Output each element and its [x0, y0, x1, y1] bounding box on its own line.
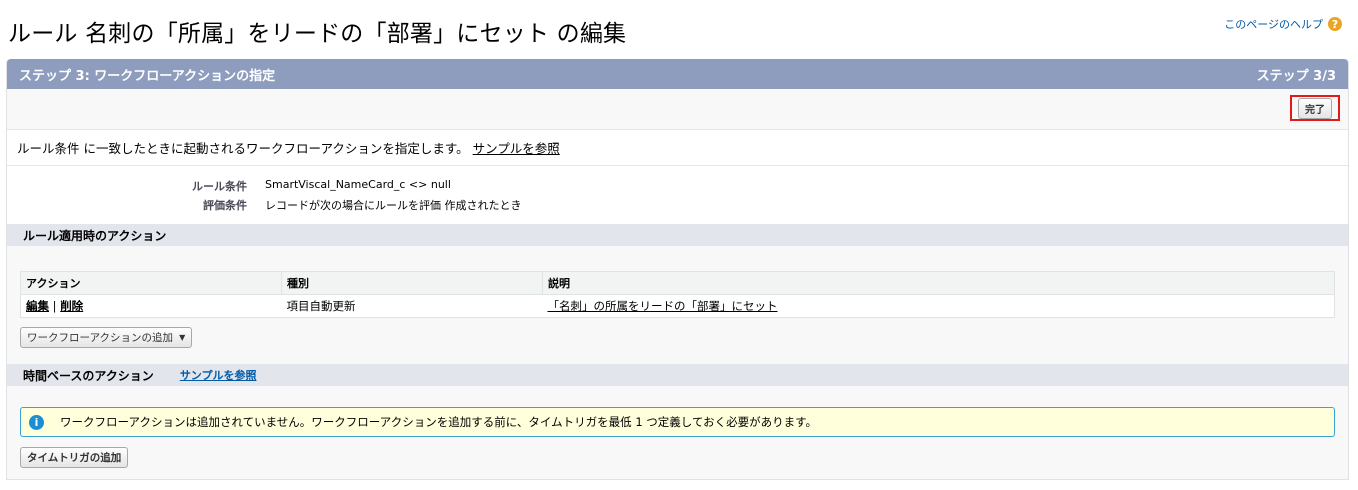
rule-criteria-value: SmartViscal_NameCard_c <> null — [265, 178, 451, 191]
actions-table: アクション 種別 説明 編集 | 削除 項目自動更新 「名刺」の所属をリードの「… — [20, 271, 1335, 318]
question-circle-icon: ? — [1328, 17, 1342, 31]
edit-link[interactable]: 編集 — [26, 299, 49, 313]
column-header-description: 説明 — [542, 271, 1335, 295]
evaluation-criteria-row: 評価条件 レコードが次の場合にルールを評価 作成されたとき — [7, 197, 522, 213]
rule-criteria-label: ルール条件 — [192, 180, 247, 193]
help-link-label: このページのヘルプ — [1224, 18, 1323, 31]
step-title: ステップ 3: ワークフローアクションの指定 — [19, 68, 276, 84]
delete-link[interactable]: 削除 — [60, 299, 83, 313]
time-based-sample-link[interactable]: サンプルを参照 — [180, 367, 257, 383]
column-header-action: アクション — [20, 271, 282, 295]
step-header: ステップ 3: ワークフローアクションの指定 ステップ 3/3 — [7, 59, 1348, 89]
done-button-highlight: 完了 — [1290, 95, 1340, 121]
row-type: 項目自動更新 — [281, 294, 543, 318]
step-description: ルール条件 に一致したときに起動されるワークフローアクションを指定します。 サン… — [7, 130, 1348, 166]
add-workflow-action-button[interactable]: ワークフローアクションの追加 ▼ — [20, 327, 193, 348]
info-message: i ワークフローアクションは追加されていません。ワークフローアクションを追加する… — [20, 407, 1335, 437]
step-description-text: ルール条件 に一致したときに起動されるワークフローアクションを指定します。 — [17, 141, 469, 156]
add-workflow-action-label: ワークフローアクションの追加 — [27, 332, 174, 344]
info-icon: i — [29, 414, 44, 430]
column-header-type: 種別 — [281, 271, 543, 295]
evaluation-criteria-label: 評価条件 — [203, 199, 247, 212]
page-title: ルール 名刺の「所属」をリードの「部署」にセット の編集 — [8, 21, 627, 47]
table-row: 編集 | 削除 項目自動更新 「名刺」の所属をリードの「部署」にセット — [20, 294, 1335, 318]
rule-criteria-row: ルール条件 SmartViscal_NameCard_c <> null — [7, 178, 451, 194]
rule-info: ルール条件 SmartViscal_NameCard_c <> null 評価条… — [7, 166, 1348, 224]
chevron-down-icon: ▼ — [179, 333, 186, 342]
row-actions: 編集 | 削除 — [20, 294, 282, 318]
time-based-actions-section: 時間ベースのアクション サンプルを参照 — [7, 364, 1348, 386]
time-based-actions-title: 時間ベースのアクション — [23, 368, 154, 383]
workflow-panel: ステップ 3: ワークフローアクションの指定 ステップ 3/3 完了 ルール条件… — [6, 59, 1349, 480]
info-message-text: ワークフローアクションは追加されていません。ワークフローアクションを追加する前に… — [60, 415, 817, 429]
step-counter: ステップ 3/3 — [1256, 68, 1336, 84]
immediate-actions-title: ルール適用時のアクション — [23, 228, 167, 243]
add-time-trigger-button[interactable]: タイムトリガの追加 — [20, 447, 129, 468]
top-button-bar: 完了 — [7, 89, 1348, 130]
row-description-link[interactable]: 「名刺」の所属をリードの「部署」にセット — [548, 299, 778, 313]
add-trigger-wrap: タイムトリガの追加 — [20, 447, 129, 468]
evaluation-criteria-value: レコードが次の場合にルールを評価 作成されたとき — [265, 199, 522, 212]
add-action-wrap: ワークフローアクションの追加 ▼ — [20, 327, 193, 348]
help-link[interactable]: このページのヘルプ ? — [1224, 16, 1342, 32]
link-separator: | — [49, 299, 61, 313]
immediate-actions-section: ルール適用時のアクション — [7, 224, 1348, 246]
done-button[interactable]: 完了 — [1298, 97, 1332, 119]
sample-link[interactable]: サンプルを参照 — [473, 138, 560, 157]
